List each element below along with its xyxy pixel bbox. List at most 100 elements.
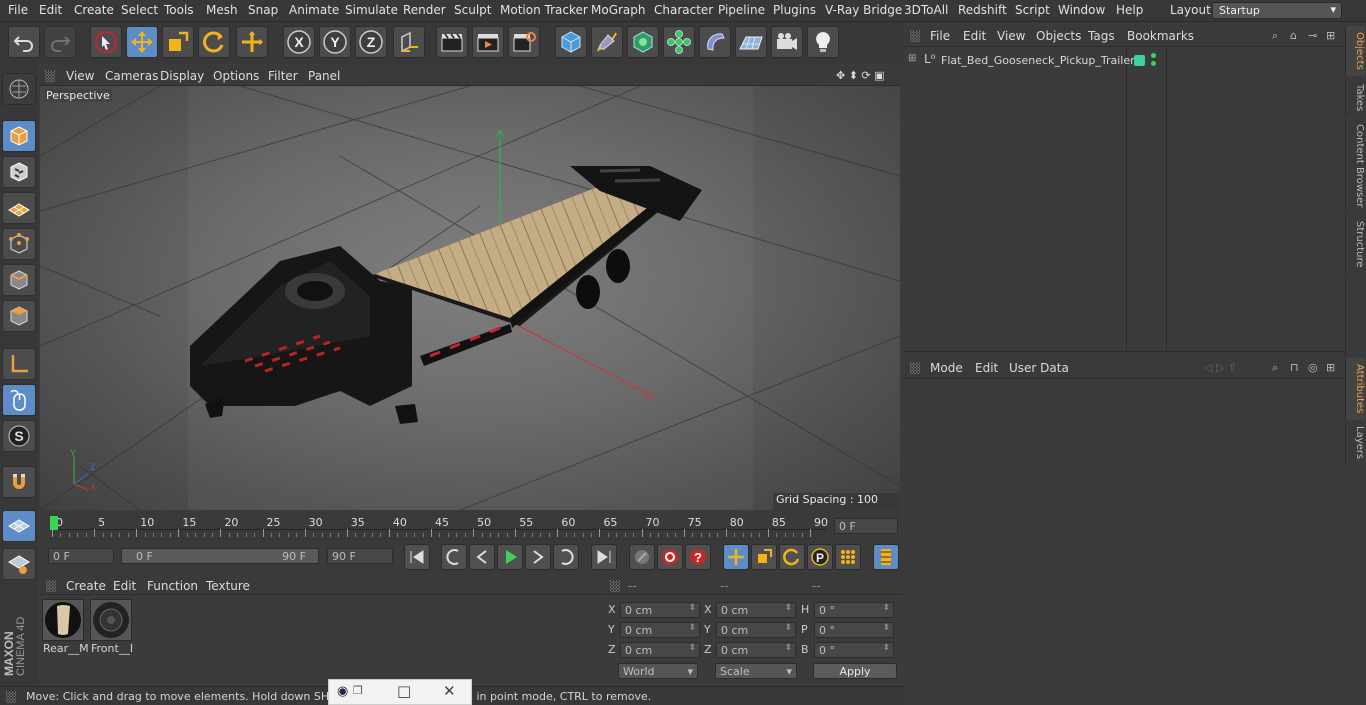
- move-tool-button[interactable]: [126, 26, 158, 58]
- nav-arrows-icon[interactable]: ◁ ▷ ⇧: [1204, 361, 1237, 374]
- render-visibility-icon[interactable]: [1151, 61, 1156, 66]
- editor-visibility-icon[interactable]: [1151, 53, 1156, 58]
- restore-icon[interactable]: ❐: [353, 684, 363, 697]
- coordinate-system-button[interactable]: [393, 26, 425, 58]
- frame-range-slider[interactable]: 0 F 90 F: [121, 548, 319, 564]
- x-axis-lock-button[interactable]: X: [283, 26, 315, 58]
- viewport-menu-options[interactable]: Options: [213, 69, 259, 83]
- menu-create[interactable]: Create: [74, 3, 114, 17]
- search-icon[interactable]: ⌕: [1272, 361, 1278, 375]
- coordinate-space-select[interactable]: World ▾: [618, 663, 698, 679]
- model-mode-button[interactable]: [2, 120, 36, 152]
- pen-spline-button[interactable]: [591, 26, 623, 58]
- start-frame-field[interactable]: 0 F: [48, 548, 114, 564]
- current-frame-field[interactable]: 0 F: [834, 518, 898, 534]
- viewport-menu-cameras[interactable]: Cameras: [105, 69, 158, 83]
- go-to-end-button[interactable]: [591, 544, 617, 570]
- rotate-tool-button[interactable]: [198, 26, 230, 58]
- menu-3dtoall[interactable]: 3DToAll: [904, 3, 948, 17]
- stepper-arrows-icon[interactable]: ⬍: [688, 623, 696, 633]
- enable-grid-button[interactable]: [2, 510, 36, 542]
- redo-button[interactable]: [44, 26, 76, 58]
- y-axis-lock-button[interactable]: Y: [319, 26, 351, 58]
- z-axis-lock-button[interactable]: Z: [355, 26, 387, 58]
- menu-plugins[interactable]: Plugins: [773, 3, 816, 17]
- menu-edit[interactable]: Edit: [39, 3, 62, 17]
- menu-redshift[interactable]: Redshift: [958, 3, 1007, 17]
- axis-mode-button[interactable]: [2, 348, 36, 380]
- tab-structure[interactable]: Structure: [1345, 214, 1365, 274]
- key-scale-button[interactable]: [751, 544, 777, 570]
- viewport-menu-filter[interactable]: Filter: [268, 69, 298, 83]
- search-icon[interactable]: ⌕: [1272, 29, 1278, 43]
- lock-icon[interactable]: ⊓: [1290, 361, 1299, 374]
- layers-icon[interactable]: ⊸: [1308, 29, 1317, 42]
- next-frame-button[interactable]: [525, 544, 551, 570]
- maximize-window-icon[interactable]: □: [397, 682, 411, 700]
- coord-value-field[interactable]: 0 cm ⬍: [620, 642, 700, 658]
- viewport-nav-icons[interactable]: ✥ ⬍ ⟳ ▣: [836, 69, 885, 82]
- menu-select[interactable]: Select: [121, 3, 158, 17]
- coord-value-field[interactable]: 0 cm ⬍: [716, 642, 796, 658]
- mat-menu-function[interactable]: Function: [147, 579, 198, 593]
- tab-content-browser[interactable]: Content Browser: [1345, 120, 1365, 212]
- menu-window[interactable]: Window: [1058, 3, 1105, 17]
- attr-menu-user-data[interactable]: User Data: [1009, 361, 1069, 375]
- viewport-menu-panel[interactable]: Panel: [308, 69, 340, 83]
- floor-button[interactable]: [735, 26, 767, 58]
- stepper-arrows-icon[interactable]: ⬍: [784, 643, 792, 653]
- go-to-start-button[interactable]: [404, 544, 430, 570]
- keyframe-selection-button[interactable]: ?: [685, 544, 711, 570]
- play-button[interactable]: [497, 544, 523, 570]
- attr-menu-edit[interactable]: Edit: [975, 361, 998, 375]
- camera-button[interactable]: [771, 26, 803, 58]
- render-to-picture-viewer-button[interactable]: [472, 26, 504, 58]
- tab-attributes[interactable]: Attributes: [1345, 358, 1365, 420]
- light-button[interactable]: [807, 26, 839, 58]
- subdivision-surface-button[interactable]: [627, 26, 659, 58]
- menu-file[interactable]: File: [8, 3, 28, 17]
- record-keys-button[interactable]: [629, 544, 655, 570]
- key-pla-button[interactable]: [835, 544, 861, 570]
- coord-value-field[interactable]: 0 ° ⬍: [814, 622, 894, 638]
- previous-key-button[interactable]: [441, 544, 467, 570]
- next-key-button[interactable]: [553, 544, 579, 570]
- menu-simulate[interactable]: Simulate: [345, 3, 398, 17]
- stepper-arrows-icon[interactable]: ⬍: [882, 603, 890, 613]
- obj-menu-tags[interactable]: Tags: [1088, 29, 1115, 43]
- expand-icon[interactable]: ⊞: [908, 53, 916, 64]
- viewport-menu-display[interactable]: Display: [160, 69, 204, 83]
- key-parameter-button[interactable]: P: [807, 544, 833, 570]
- points-mode-button[interactable]: [2, 228, 36, 260]
- tab-takes[interactable]: Takes: [1345, 78, 1365, 118]
- obj-menu-file[interactable]: File: [930, 29, 950, 43]
- stepper-arrows-icon[interactable]: ⬍: [882, 623, 890, 633]
- key-rotation-button[interactable]: [779, 544, 805, 570]
- end-frame-field[interactable]: 90 F: [327, 548, 393, 564]
- mat-menu-edit[interactable]: Edit: [113, 579, 136, 593]
- cinema4d-app-icon[interactable]: ◉: [337, 684, 348, 699]
- tab-layers[interactable]: Layers: [1345, 422, 1365, 464]
- polygons-mode-button[interactable]: [2, 300, 36, 332]
- locked-workplane-button[interactable]: [2, 548, 36, 580]
- size-mode-select[interactable]: Scale ▾: [715, 663, 797, 679]
- cube-object-button[interactable]: [555, 26, 587, 58]
- menu-vray-bridge[interactable]: V-Ray Bridge: [825, 3, 902, 17]
- obj-menu-edit[interactable]: Edit: [963, 29, 986, 43]
- mat-menu-texture[interactable]: Texture: [206, 579, 250, 593]
- transform-tool-button[interactable]: [236, 26, 268, 58]
- stepper-arrows-icon[interactable]: ⬍: [882, 643, 890, 653]
- layer-color-icon[interactable]: [1134, 55, 1145, 66]
- coord-value-field[interactable]: 0 cm ⬍: [620, 622, 700, 638]
- live-selection-button[interactable]: [90, 26, 122, 58]
- stepper-arrows-icon[interactable]: ⬍: [688, 643, 696, 653]
- playhead[interactable]: [50, 516, 58, 530]
- menu-script[interactable]: Script: [1015, 3, 1050, 17]
- menu-render[interactable]: Render: [403, 3, 446, 17]
- workplane-mode-button[interactable]: [2, 192, 36, 224]
- menu-pipeline[interactable]: Pipeline: [718, 3, 765, 17]
- stepper-arrows-icon[interactable]: ⬍: [784, 603, 792, 613]
- obj-menu-objects[interactable]: Objects: [1036, 29, 1081, 43]
- make-editable-button[interactable]: [2, 73, 36, 105]
- menu-mesh[interactable]: Mesh: [206, 3, 238, 17]
